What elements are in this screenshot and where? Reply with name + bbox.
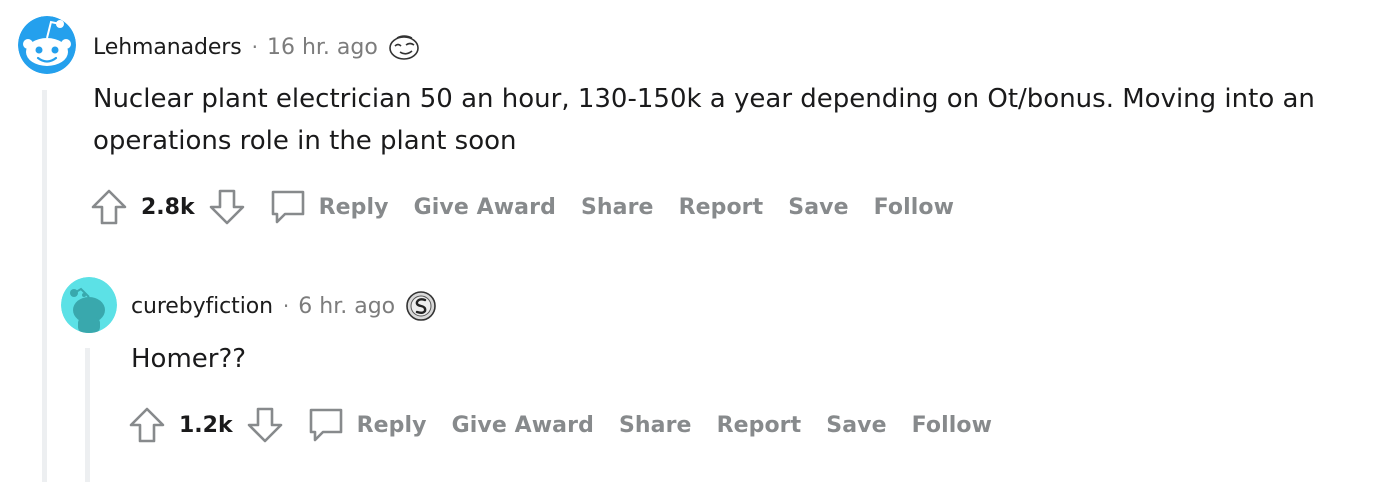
silver-coin-flair-icon <box>405 290 437 322</box>
snoo-avatar-icon <box>18 16 76 74</box>
smug-face-flair-icon <box>388 31 420 63</box>
avatar[interactable] <box>61 277 117 333</box>
comment-body: Nuclear plant electrician 50 an hour, 13… <box>93 84 1315 156</box>
share-button[interactable]: Share <box>581 195 654 220</box>
meta-separator: · <box>282 294 290 318</box>
username-link[interactable]: Lehmanaders <box>93 35 242 60</box>
username-link[interactable]: curebyfiction <box>131 294 273 319</box>
report-button[interactable]: Report <box>717 413 802 438</box>
comment-action-bar: 2.8k Reply Give Award Share Report Save … <box>89 186 970 228</box>
report-button[interactable]: Report <box>679 195 764 220</box>
downvote-icon[interactable] <box>207 187 247 227</box>
timestamp-link[interactable]: 16 hr. ago <box>267 35 378 60</box>
thread-line[interactable] <box>42 90 47 482</box>
share-button[interactable]: Share <box>619 413 692 438</box>
save-button[interactable]: Save <box>788 195 848 220</box>
upvote-icon[interactable] <box>89 187 129 227</box>
upvote-icon[interactable] <box>127 405 167 445</box>
give-award-button[interactable]: Give Award <box>452 413 594 438</box>
save-button[interactable]: Save <box>826 413 886 438</box>
avatar[interactable] <box>18 16 76 74</box>
thread-line[interactable] <box>85 348 90 482</box>
follow-button[interactable]: Follow <box>912 413 992 438</box>
give-award-button[interactable]: Give Award <box>414 195 556 220</box>
comment-meta: curebyfiction · 6 hr. ago <box>131 289 437 323</box>
comment-bubble-icon[interactable] <box>305 404 347 446</box>
comment-action-bar: 1.2k Reply Give Award Share Report Save … <box>127 404 1008 446</box>
snoo-avatar-icon <box>61 277 117 333</box>
vote-score: 1.2k <box>179 412 233 438</box>
downvote-icon[interactable] <box>245 405 285 445</box>
reply-button[interactable]: Reply <box>319 195 389 220</box>
reply-button[interactable]: Reply <box>357 413 427 438</box>
timestamp-link[interactable]: 6 hr. ago <box>298 294 395 319</box>
comment-meta: Lehmanaders · 16 hr. ago <box>93 30 420 64</box>
meta-separator: · <box>251 35 258 59</box>
comment-body: Homer?? <box>131 344 247 374</box>
vote-score: 2.8k <box>141 194 195 220</box>
follow-button[interactable]: Follow <box>874 195 954 220</box>
comment-bubble-icon[interactable] <box>267 186 309 228</box>
